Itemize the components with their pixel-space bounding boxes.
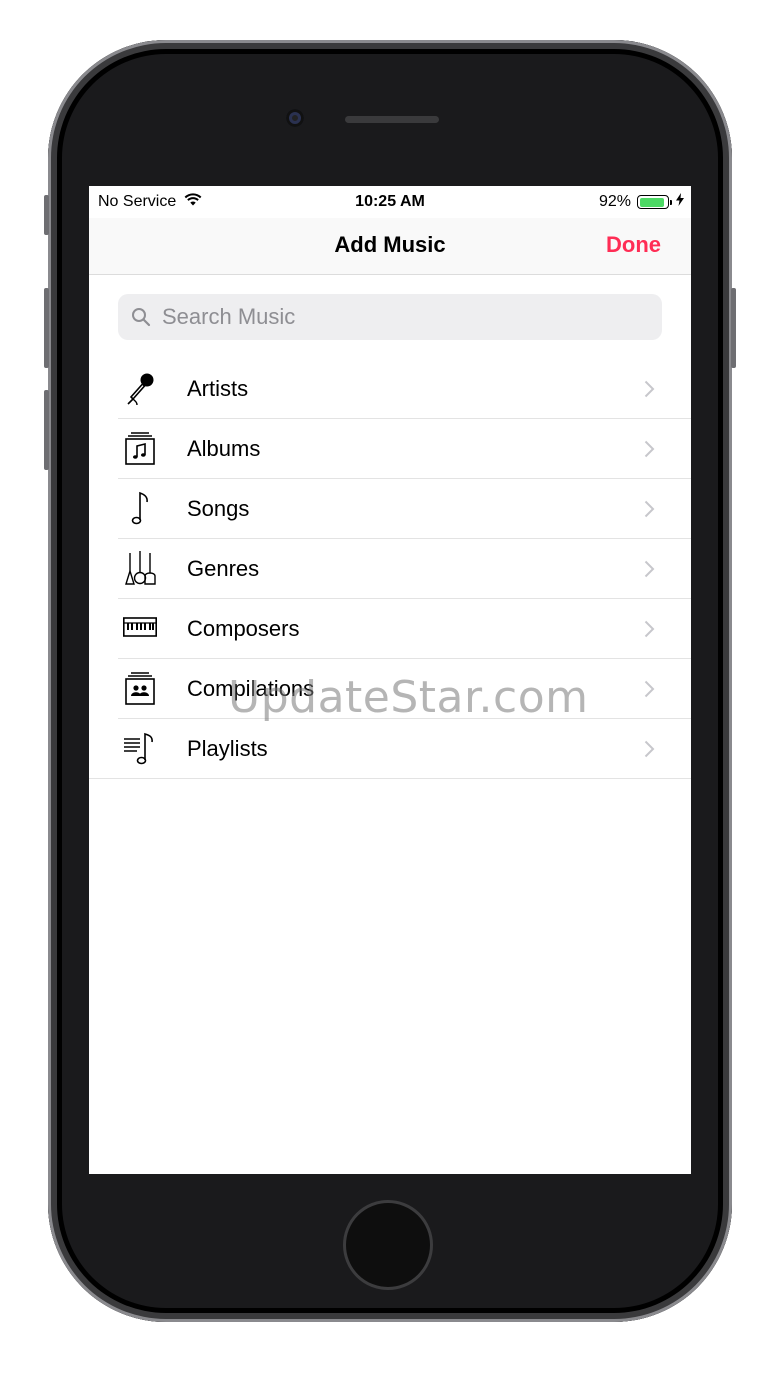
list-item-label: Playlists: [187, 736, 268, 761]
power-button: [731, 288, 736, 368]
done-button[interactable]: Done: [606, 232, 661, 258]
microphone-icon: [127, 373, 154, 405]
status-bar: No Service 10:25 AM 92%: [89, 186, 691, 218]
page-title: Add Music: [334, 232, 446, 257]
list-item-label: Composers: [187, 616, 300, 641]
battery-tip: [670, 199, 672, 205]
chevron-right-icon: [644, 380, 655, 398]
home-button[interactable]: [343, 1200, 433, 1290]
battery-icon: [637, 195, 669, 209]
guitars-icon: [125, 551, 156, 585]
charging-bolt-icon: [676, 193, 684, 211]
list-item-albums[interactable]: Albums: [118, 419, 691, 479]
volume-down-button: [44, 390, 49, 470]
chevron-right-icon: [644, 680, 655, 698]
music-note-icon: [131, 491, 148, 525]
chevron-right-icon: [644, 440, 655, 458]
search-bar[interactable]: [118, 294, 662, 340]
album-icon: [125, 432, 155, 465]
chevron-right-icon: [644, 740, 655, 758]
list-item-composers[interactable]: Composers: [118, 599, 691, 659]
list-item-label: Songs: [187, 496, 250, 521]
navigation-bar: Add Music Done: [89, 218, 691, 275]
earpiece-speaker: [345, 116, 439, 123]
chevron-right-icon: [644, 500, 655, 518]
search-input[interactable]: [160, 303, 644, 331]
mute-switch: [44, 195, 49, 235]
list-item-label: Albums: [187, 436, 261, 461]
list-item-label: Artists: [187, 376, 249, 401]
watermark-text: UpdateStar.com: [228, 672, 589, 723]
front-camera: [286, 109, 304, 127]
playlist-icon: [124, 732, 153, 765]
search-icon: [132, 308, 151, 327]
battery-percent: 92%: [598, 193, 631, 210]
list-item-genres[interactable]: Genres: [118, 539, 691, 599]
list-item-playlists[interactable]: Playlists: [89, 719, 691, 779]
list-item-artists[interactable]: Artists: [118, 359, 691, 419]
battery-fill: [639, 197, 665, 207]
list-item-label: Genres: [187, 556, 260, 581]
status-right: 92%: [599, 193, 684, 211]
list-item-songs[interactable]: Songs: [118, 479, 691, 539]
chevron-right-icon: [644, 620, 655, 638]
volume-up-button: [44, 288, 49, 368]
chevron-right-icon: [644, 560, 655, 578]
compilation-icon: [125, 672, 155, 705]
piano-keyboard-icon: [123, 617, 157, 637]
